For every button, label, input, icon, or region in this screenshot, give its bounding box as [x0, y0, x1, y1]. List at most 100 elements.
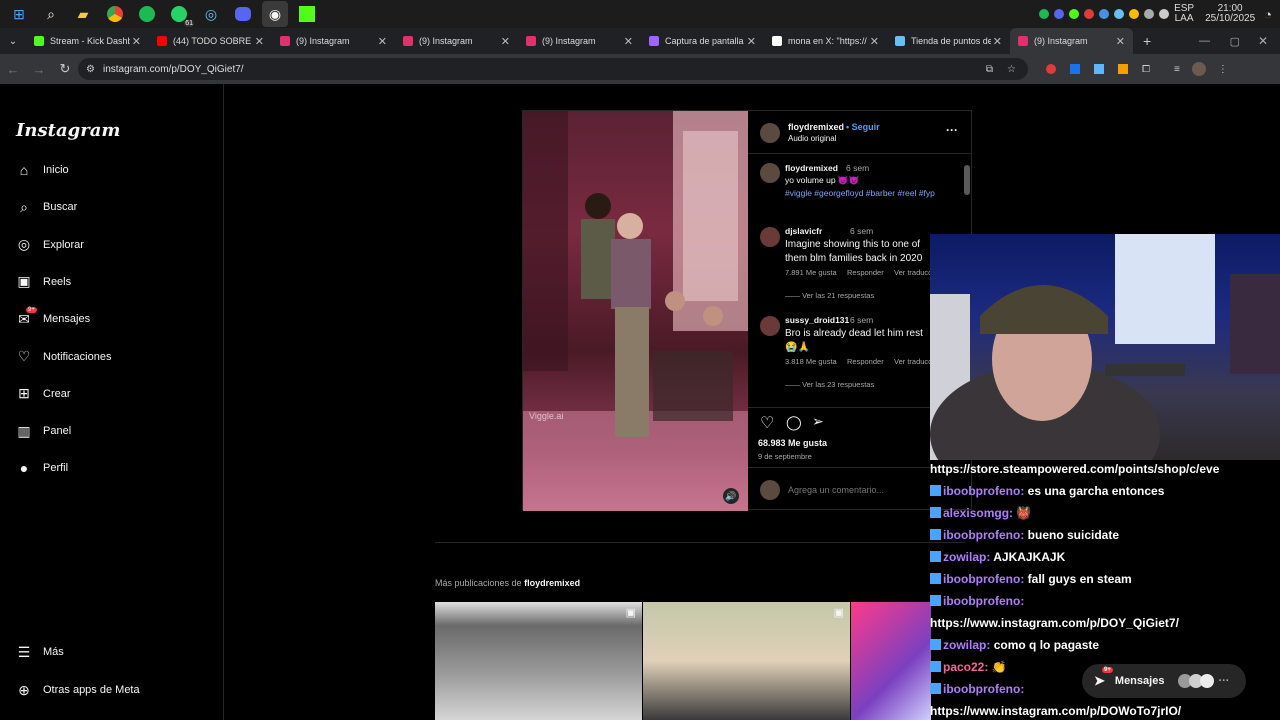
whatsapp-icon[interactable]: 61: [166, 1, 194, 27]
install-app-icon[interactable]: ⧉: [986, 64, 993, 75]
new-tab-button[interactable]: +: [1143, 33, 1151, 49]
caption-hashtags[interactable]: #viggle #georgefloyd #barber #reel #fyp: [785, 187, 940, 199]
nav-item-crear[interactable]: ⊞ Crear: [16, 384, 70, 404]
comment-avatar[interactable]: [760, 316, 780, 336]
close-tab-icon[interactable]: ✕: [501, 35, 510, 48]
author-avatar[interactable]: [760, 123, 780, 143]
nav-item-explorar[interactable]: ◎ Explorar: [16, 235, 84, 255]
minimize-button[interactable]: —: [1199, 35, 1210, 47]
discord-tray-icon[interactable]: [1054, 9, 1065, 19]
more-menu[interactable]: ☰ Más: [16, 642, 64, 662]
chrome-tray-icon[interactable]: [1129, 9, 1140, 19]
close-tab-icon[interactable]: ✕: [378, 35, 387, 48]
bookmark-star-icon[interactable]: ☆: [1007, 64, 1016, 75]
discord-icon[interactable]: [230, 1, 256, 27]
browser-tab[interactable]: (44) TODO SOBRE LA ✕: [149, 28, 272, 54]
extension-icon[interactable]: [1046, 64, 1056, 74]
share-icon[interactable]: ➢: [812, 413, 824, 430]
back-icon[interactable]: ←: [0, 62, 26, 77]
grid-post[interactable]: [851, 602, 931, 720]
obs-icon[interactable]: ◉: [262, 1, 288, 27]
nav-item-notificaciones[interactable]: ♡ Notificaciones: [16, 347, 112, 367]
close-tab-icon[interactable]: ✕: [870, 35, 879, 48]
close-tab-icon[interactable]: ✕: [747, 35, 756, 48]
meta-apps-link[interactable]: ⊕ Otras apps de Meta: [16, 680, 139, 700]
likes-count[interactable]: 68.983 Me gusta: [758, 438, 827, 448]
record-tray-icon[interactable]: [1084, 9, 1095, 19]
caption-avatar[interactable]: [760, 163, 780, 183]
more-icon[interactable]: ···: [1218, 675, 1229, 687]
forward-icon[interactable]: →: [26, 62, 52, 77]
close-tab-icon[interactable]: ✕: [255, 35, 264, 48]
maximize-button[interactable]: ▢: [1230, 35, 1240, 48]
nav-item-mensajes[interactable]: ✉ 9+ Mensajes: [16, 307, 90, 329]
language-indicator[interactable]: ESP LAA: [1174, 4, 1194, 24]
extension-icon[interactable]: [1094, 64, 1104, 74]
nav-item-perfil[interactable]: ● Perfil: [16, 458, 68, 478]
browser-tab[interactable]: (9) Instagram ✕: [272, 28, 395, 54]
close-tab-icon[interactable]: ✕: [132, 35, 141, 48]
browser-tab[interactable]: Tienda de puntos de ✕: [887, 28, 1010, 54]
bluetooth-icon[interactable]: [1099, 9, 1110, 19]
clock[interactable]: 21:00 25/10/2025: [1205, 4, 1255, 24]
nav-item-reels[interactable]: ▣ Reels: [16, 272, 71, 292]
reply-button[interactable]: Responder: [847, 357, 884, 366]
comment-username[interactable]: djslavicfr: [785, 226, 822, 236]
close-tab-icon[interactable]: ✕: [993, 35, 1002, 48]
comment-input[interactable]: [788, 483, 928, 497]
chrome-icon[interactable]: [102, 1, 128, 27]
extensions-puzzle-icon[interactable]: ⧠: [1142, 64, 1150, 75]
browser-tab[interactable]: mona en X: "https:// ✕: [764, 28, 887, 54]
spotify-icon[interactable]: [134, 1, 160, 27]
steam-tray-icon[interactable]: [1114, 9, 1125, 19]
kick-icon[interactable]: [294, 1, 320, 27]
browser-tab[interactable]: (9) Instagram ✕: [518, 28, 641, 54]
browser-tab[interactable]: Captura de pantalla ✕: [641, 28, 764, 54]
browser-menu-icon[interactable]: ⋮: [1218, 64, 1228, 75]
network-icon[interactable]: [1144, 9, 1155, 19]
scrollbar-thumb[interactable]: [964, 165, 970, 195]
browser-tab[interactable]: (9) Instagram ✕: [1010, 28, 1133, 54]
comment-username[interactable]: sussy_droid131: [785, 315, 849, 325]
nav-item-inicio[interactable]: ⌂ Inicio: [16, 160, 69, 180]
audio-label[interactable]: Audio original: [788, 134, 836, 143]
browser-tab[interactable]: (9) Instagram ✕: [395, 28, 518, 54]
browser-tab[interactable]: Stream - Kick Dashb ✕: [26, 28, 149, 54]
media-control-icon[interactable]: ≡: [1174, 64, 1180, 75]
tab-list-chevron-icon[interactable]: ⌄: [0, 36, 26, 47]
extension-icon[interactable]: [1118, 64, 1128, 74]
grid-post[interactable]: ▣: [643, 602, 850, 720]
volume-icon[interactable]: 🔊: [723, 488, 739, 504]
comment-icon[interactable]: ◯: [786, 414, 802, 431]
grid-post[interactable]: ▣: [435, 602, 642, 720]
comment-likes[interactable]: 3.818 Me gusta: [785, 357, 837, 366]
instagram-logo[interactable]: Instagram: [16, 120, 120, 141]
like-icon[interactable]: ♡: [760, 413, 774, 433]
comment-likes[interactable]: 7.891 Me gusta: [785, 268, 837, 277]
site-info-icon[interactable]: ⚙: [86, 64, 95, 75]
caption-username[interactable]: floydremixed: [785, 163, 838, 173]
volume-icon[interactable]: [1159, 9, 1170, 19]
close-window-button[interactable]: ✕: [1258, 34, 1268, 48]
close-tab-icon[interactable]: ✕: [624, 35, 633, 48]
view-replies-button[interactable]: —— Ver las 21 respuestas: [785, 291, 874, 300]
search-icon[interactable]: ⌕: [38, 1, 64, 27]
notifications-icon[interactable]: ◔: [1264, 7, 1272, 22]
profile-avatar[interactable]: [1191, 62, 1206, 76]
more-posts-user[interactable]: floydremixed: [524, 578, 580, 588]
extension-icon[interactable]: [1070, 64, 1080, 74]
address-field[interactable]: ⚙ instagram.com/p/DOY_QiGiet7/ ⧉ ☆: [78, 58, 1028, 80]
view-replies-button[interactable]: —— Ver las 23 respuestas: [785, 380, 874, 389]
author-username[interactable]: floydremixed: [788, 122, 844, 132]
spotify-tray-icon[interactable]: [1039, 9, 1050, 19]
tray-app-icon[interactable]: [1069, 9, 1080, 19]
nav-item-panel[interactable]: ▥ Panel: [16, 421, 71, 441]
nav-item-buscar[interactable]: ⌕ Buscar: [16, 197, 77, 217]
file-explorer-icon[interactable]: ▰: [70, 1, 96, 27]
reload-icon[interactable]: ↻: [52, 61, 78, 77]
options-icon[interactable]: ···: [946, 123, 958, 137]
follow-button[interactable]: • Seguir: [846, 122, 880, 132]
windows-start-icon[interactable]: ⊞: [6, 1, 32, 27]
steam-icon[interactable]: ◎: [198, 1, 224, 27]
close-tab-icon[interactable]: ✕: [1116, 35, 1125, 48]
